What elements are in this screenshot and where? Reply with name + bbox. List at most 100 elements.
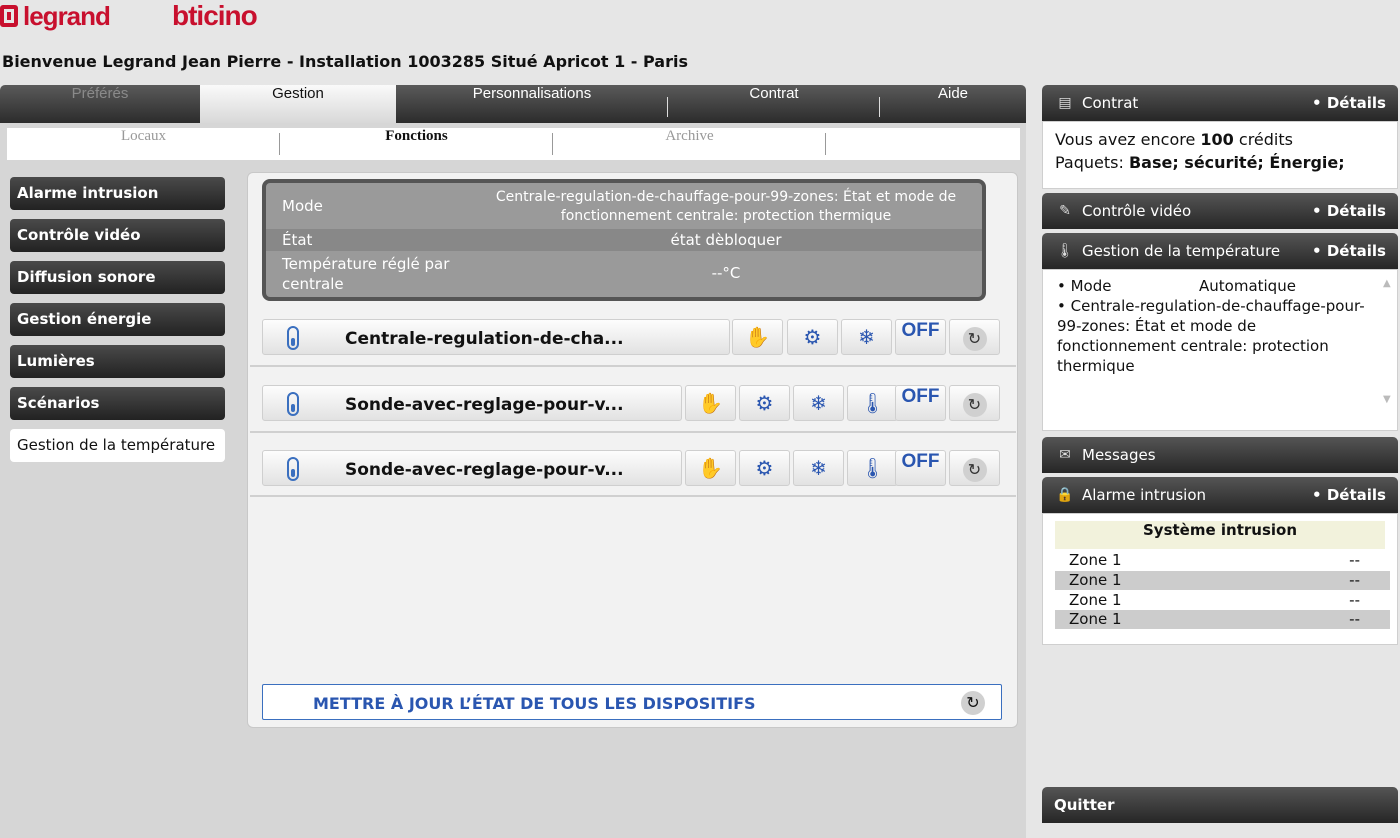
local-setting-button[interactable]: 🌡 (847, 450, 898, 486)
hand-icon: ✋ (698, 456, 723, 480)
local-setting-button[interactable]: 🌡 (847, 385, 898, 421)
tab-gestion[interactable]: Gestion (200, 85, 396, 123)
off-button[interactable]: OFF (895, 319, 946, 355)
mode-value: Automatique (1199, 277, 1296, 295)
status-box: Mode Centrale-regulation-de-chauffage-po… (262, 179, 986, 301)
subtab-archive[interactable]: Archive (553, 128, 826, 160)
zone-row: Zone 1 -- (1055, 610, 1390, 629)
device-bar[interactable]: Sonde-avec-reglage-pour-v... (262, 385, 682, 421)
update-all-label: METTRE À JOUR L’ÉTAT DE TOUS LES DISPOSI… (313, 694, 756, 713)
contract-details-link[interactable]: • Détails (1312, 85, 1386, 121)
video-title: Contrôle vidéo (1082, 202, 1192, 220)
scrollbar[interactable]: ▲ ▼ (1383, 274, 1395, 424)
credits-suffix: crédits (1238, 130, 1293, 149)
sidebar-item-controle-video[interactable]: Contrôle vidéo (10, 219, 225, 252)
sidebar-item-lumieres[interactable]: Lumières (10, 345, 225, 378)
video-icon: ✎ (1059, 203, 1071, 219)
antifreeze-button[interactable]: ❄ (793, 450, 844, 486)
zone-value: -- (1349, 610, 1360, 628)
device-name: Sonde-avec-reglage-pour-v... (345, 395, 624, 415)
auto-button[interactable]: ⚙ (739, 450, 790, 486)
device-row: Sonde-avec-reglage-pour-v... ✋ ⚙ ❄ 🌡 OFF… (262, 450, 1000, 486)
contract-body: Vous avez encore 100 crédits Paquets: Ba… (1042, 121, 1398, 189)
alarm-body: Système intrusion Zone 1 -- Zone 1 -- Zone… (1042, 513, 1398, 645)
tab-aide[interactable]: Aide (880, 85, 1026, 123)
subtab-separator (825, 133, 826, 155)
quit-button[interactable]: Quitter (1042, 787, 1398, 823)
zone-name: Zone 1 (1069, 591, 1122, 609)
mode-line: • Mode Automatique (1057, 276, 1383, 296)
gears-icon: ⚙ (755, 456, 774, 480)
subtab-fonctions[interactable]: Fonctions (280, 128, 553, 160)
tab-contrat-label: Contrat (749, 85, 799, 102)
video-header: ✎ Contrôle vidéo • Détails (1042, 193, 1398, 229)
temperature-label: Température réglé par centrale (282, 255, 450, 293)
etat-label: État (282, 231, 313, 249)
packages-line: Paquets: Base; sécurité; Énergie; (1055, 151, 1385, 174)
zone-value: -- (1349, 571, 1360, 589)
refresh-icon: ↻ (962, 327, 987, 351)
document-icon: ▤ (1058, 95, 1072, 111)
tab-contrat[interactable]: Contrat (668, 85, 880, 123)
off-button[interactable]: OFF (895, 385, 946, 421)
sidebar-item-gestion-energie[interactable]: Gestion énergie (10, 303, 225, 336)
thermometer-icon (287, 457, 299, 481)
manual-button[interactable]: ✋ (685, 385, 736, 421)
status-row-temperature: Température réglé par centrale --°C (266, 251, 982, 297)
alarm-title: Alarme intrusion (1082, 486, 1207, 504)
temperature-details-link[interactable]: • Détails (1312, 233, 1386, 269)
packages-value: Base; sécurité; Énergie; (1128, 153, 1345, 172)
refresh-button[interactable]: ↻ (949, 319, 1000, 355)
auto-button[interactable]: ⚙ (739, 385, 790, 421)
bticino-logo: bticino (172, 0, 258, 31)
device-name: Centrale-regulation-de-cha... (345, 329, 624, 349)
device-row: Sonde-avec-reglage-pour-v... ✋ ⚙ ❄ 🌡 OFF… (262, 385, 1000, 421)
sidebar-item-alarme-intrusion[interactable]: Alarme intrusion (10, 177, 225, 210)
divider (250, 495, 1016, 497)
legrand-logo: legrand (0, 0, 111, 32)
device-bar[interactable]: Centrale-regulation-de-cha... (262, 319, 730, 355)
zone-row: Zone 1 -- (1055, 571, 1390, 590)
auto-button[interactable]: ⚙ (787, 319, 838, 355)
antifreeze-button[interactable]: ❄ (841, 319, 892, 355)
sidebar-item-gestion-temperature[interactable]: Gestion de la température (10, 429, 225, 462)
temperature-header: 🌡 Gestion de la température • Détails (1042, 233, 1398, 269)
subtab-locaux[interactable]: Locaux (7, 128, 280, 160)
snowflake-icon: ❄ (858, 325, 875, 349)
sidebar-item-diffusion-sonore[interactable]: Diffusion sonore (10, 261, 225, 294)
status-row-etat: État état dèbloquer (266, 229, 982, 251)
snowflake-icon: ❄ (810, 391, 827, 415)
legrand-mark-icon (0, 5, 18, 27)
lock-icon: 🔒 (1056, 487, 1074, 503)
video-details-link[interactable]: • Détails (1312, 193, 1386, 229)
gears-icon: ⚙ (755, 391, 774, 415)
refresh-button[interactable]: ↻ (949, 385, 1000, 421)
device-row: Centrale-regulation-de-cha... ✋ ⚙ ❄ OFF … (262, 319, 1000, 355)
device-bar[interactable]: Sonde-avec-reglage-pour-v... (262, 450, 682, 486)
zone-name: Zone 1 (1069, 551, 1122, 569)
zone-name: Zone 1 (1069, 571, 1122, 589)
snowflake-icon: ❄ (810, 456, 827, 480)
system-header: Système intrusion (1055, 521, 1385, 549)
manual-button[interactable]: ✋ (732, 319, 783, 355)
zone-row: Zone 1 -- (1055, 551, 1390, 570)
hand-icon: ✋ (745, 325, 770, 349)
alarm-details-link[interactable]: • Détails (1312, 477, 1386, 513)
update-all-button[interactable]: METTRE À JOUR L’ÉTAT DE TOUS LES DISPOSI… (262, 684, 1002, 720)
credits-line: Vous avez encore 100 crédits (1055, 128, 1385, 151)
status-row-mode: Mode Centrale-regulation-de-chauffage-po… (266, 183, 982, 229)
antifreeze-button[interactable]: ❄ (793, 385, 844, 421)
mode-detail: • Centrale-regulation-de-chauffage-pour-… (1057, 297, 1365, 375)
off-button[interactable]: OFF (895, 450, 946, 486)
thermometer-icon (287, 326, 299, 350)
manual-button[interactable]: ✋ (685, 450, 736, 486)
alarm-header: 🔒 Alarme intrusion • Détails (1042, 477, 1398, 513)
messages-header[interactable]: ✉ Messages (1042, 437, 1398, 473)
thermostat-icon: 🌡 (859, 391, 886, 415)
welcome-text: Bienvenue Legrand Jean Pierre - Installa… (2, 52, 688, 71)
tab-preferes[interactable]: Préférés (0, 85, 200, 123)
zone-value: -- (1349, 591, 1360, 609)
tab-personnalisations[interactable]: Personnalisations (396, 85, 668, 123)
sidebar-item-scenarios[interactable]: Scénarios (10, 387, 225, 420)
refresh-button[interactable]: ↻ (949, 450, 1000, 486)
